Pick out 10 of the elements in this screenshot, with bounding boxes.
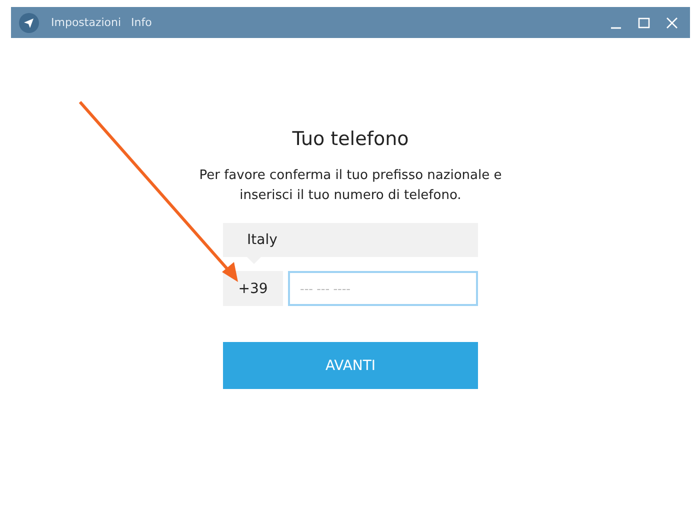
description: Per favore conferma il tuo prefisso nazionale e inserisci il tuo numero di telefono. <box>198 167 503 205</box>
menu-item[interactable]: Impostazioni <box>47 16 128 29</box>
maximize-icon[interactable] <box>638 16 650 28</box>
phone-input[interactable]: --- --- ---- <box>288 271 478 306</box>
country-code-field[interactable]: +39 <box>223 271 283 306</box>
next-button[interactable]: AVANTI <box>223 342 478 389</box>
menu-item[interactable]: Info <box>127 16 158 29</box>
close-icon[interactable] <box>666 16 678 28</box>
page-title: Tuo telefono <box>292 128 409 150</box>
paper-plane-icon <box>19 12 39 32</box>
